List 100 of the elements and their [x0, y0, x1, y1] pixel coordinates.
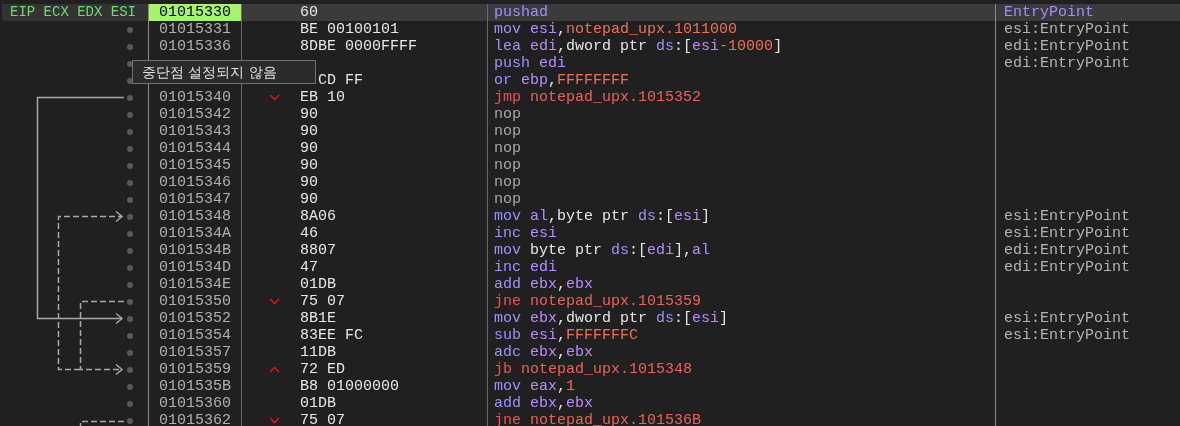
instruction-cell: nop: [494, 140, 521, 157]
breakpoint-dot-icon[interactable]: [127, 128, 133, 135]
disassembly-row[interactable]: 01015331 BE 00100101 mov esi,notepad_upx.1011000 esi:EntryPoint: [0, 21, 1180, 38]
disassembly-row[interactable]: 0101535B B8 01000000 mov eax,1: [0, 378, 1180, 395]
breakpoint-dot-icon[interactable]: [127, 349, 133, 356]
instruction-cell: inc edi: [494, 259, 558, 276]
disassembly-row[interactable]: 01015343 90 nop: [0, 123, 1180, 140]
comment-cell: esi:EntryPoint: [1004, 327, 1131, 344]
instruction-cell: mov eax,1: [494, 378, 576, 395]
address-cell-text: 01015357: [158, 344, 232, 361]
instruction-cell: nop: [494, 123, 521, 140]
instruction-cell: mov ebx,dword ptr ds:[esi]: [494, 310, 729, 327]
bytes-cell: 8A06: [300, 208, 336, 225]
breakpoint-dot-icon[interactable]: [127, 417, 133, 424]
chevron-down-icon: [269, 298, 280, 305]
bytes-cell: 83EE FC: [300, 327, 363, 344]
breakpoint-dot-icon[interactable]: [127, 145, 133, 152]
breakpoint-dot-icon[interactable]: [127, 366, 133, 373]
chevron-down-icon: [269, 94, 280, 101]
disassembly-row[interactable]: 01015346 90 nop: [0, 174, 1180, 191]
breakpoint-dot-icon[interactable]: [127, 315, 133, 322]
instruction-cell: adc ebx,ebx: [494, 344, 594, 361]
address-cell-text: 01015350: [158, 293, 232, 310]
breakpoint-dot-icon[interactable]: [127, 213, 133, 220]
bytes-cell: EB 10: [300, 89, 345, 106]
disassembly-row[interactable]: 0101534D 47 inc edi edi:EntryPoint: [0, 259, 1180, 276]
instruction-cell: nop: [494, 174, 521, 191]
bytes-cell: 90: [300, 123, 318, 140]
disassembly-row[interactable]: 01015354 83EE FC sub esi,FFFFFFFC esi:EntryPoint: [0, 327, 1180, 344]
address-cell-text: 01015347: [158, 191, 232, 208]
disassembly-row[interactable]: 01015350 75 07 jne notepad_upx.1015359: [0, 293, 1180, 310]
bytes-cell: 47: [300, 259, 318, 276]
bytes-cell: 72 ED: [300, 361, 345, 378]
address-cell-text: 01015345: [158, 157, 232, 174]
comment-cell: esi:EntryPoint: [1004, 208, 1131, 225]
disassembly-row[interactable]: 01015342 90 nop: [0, 106, 1180, 123]
address-cell-text: 0101534E: [158, 276, 232, 293]
breakpoint-dot-icon[interactable]: [127, 162, 133, 169]
breakpoint-dot-icon[interactable]: [127, 247, 133, 254]
disassembly-row[interactable]: 01015336 8DBE 0000FFFF lea edi,dword ptr ds:[esi-10000] edi:EntryPoint: [0, 38, 1180, 55]
breakpoint-dot-icon[interactable]: [127, 43, 133, 50]
tooltip: 중단점 설정되지 않음: [132, 60, 316, 84]
breakpoint-dot-icon[interactable]: [127, 264, 133, 271]
bytes-cell: 60: [300, 4, 318, 21]
disassembly-row[interactable]: 0101534A 46 inc esi esi:EntryPoint: [0, 225, 1180, 242]
comment-cell: EntryPoint: [1004, 4, 1094, 21]
disassembly-row[interactable]: 0101534E 01DB add ebx,ebx: [0, 276, 1180, 293]
bytes-cell: 90: [300, 191, 318, 208]
comment-cell: esi:EntryPoint: [1004, 310, 1131, 327]
breakpoint-dot-icon[interactable]: [127, 179, 133, 186]
breakpoint-dot-icon[interactable]: [127, 298, 133, 305]
bytes-cell-text: CD FF: [317, 72, 363, 89]
disassembly-row[interactable]: 01015348 8A06 mov al,byte ptr ds:[esi] esi:EntryPoint: [0, 208, 1180, 225]
instruction-cell: add ebx,ebx: [494, 276, 594, 293]
comment-cell: edi:EntryPoint: [1004, 38, 1131, 55]
bytes-cell: 90: [300, 106, 318, 123]
disassembly-row[interactable]: 01015347 90 nop: [0, 191, 1180, 208]
instruction-cell: jne notepad_upx.1015359: [494, 293, 702, 310]
bytes-cell: BE 00100101: [300, 21, 400, 38]
disassembly-row[interactable]: 01015359 72 ED jb notepad_upx.1015348: [0, 361, 1180, 378]
breakpoint-dot-icon[interactable]: [127, 111, 133, 118]
breakpoint-dot-icon[interactable]: [127, 230, 133, 237]
breakpoint-dot-icon[interactable]: [127, 94, 133, 101]
bytes-cell: 01DB: [300, 395, 336, 412]
instruction-cell: push edi: [494, 55, 567, 72]
address-cell-text: 0101534D: [158, 259, 232, 276]
address-cell-text: 01015348: [158, 208, 232, 225]
address-cell-text: 01015342: [158, 106, 232, 123]
disassembly-row[interactable]: EIP ECX EDX ESI 01015330 60 pushad EntryPoint: [0, 4, 1180, 21]
disassembly-row[interactable]: 0101534B 8807 mov byte ptr ds:[edi],al edi:EntryPoint: [0, 242, 1180, 259]
breakpoint-dot-icon[interactable]: [127, 26, 133, 33]
disassembly-row[interactable]: 01015360 01DB add ebx,ebx: [0, 395, 1180, 412]
disassembly-row[interactable]: 01015357 11DB adc ebx,ebx: [0, 344, 1180, 361]
address-cell-text: 01015346: [158, 174, 232, 191]
breakpoint-dot-icon[interactable]: [127, 400, 133, 407]
disassembly-row[interactable]: 01015345 90 nop: [0, 157, 1180, 174]
address-cell-text: 01015352: [158, 310, 232, 327]
address-cell-text: 01015336: [158, 38, 232, 55]
breakpoint-dot-icon[interactable]: [127, 281, 133, 288]
address-cell-text: 0101534B: [158, 242, 232, 259]
instruction-cell: or ebp,FFFFFFFF: [494, 72, 630, 89]
breakpoint-dot-icon[interactable]: [127, 383, 133, 390]
disassembly-row[interactable]: 01015340 EB 10 jmp notepad_upx.1015352: [0, 89, 1180, 106]
comment-cell: edi:EntryPoint: [1004, 55, 1131, 72]
bytes-cell: 8B1E: [300, 310, 336, 327]
address-cell-text: 01015340: [158, 89, 232, 106]
instruction-cell: sub esi,FFFFFFFC: [494, 327, 639, 344]
instruction-cell: nop: [494, 191, 521, 208]
address-cell-text: 01015360: [158, 395, 232, 412]
instruction-cell: inc esi: [494, 225, 558, 242]
comment-cell: edi:EntryPoint: [1004, 242, 1131, 259]
comment-cell: edi:EntryPoint: [1004, 259, 1131, 276]
breakpoint-dot-icon[interactable]: [127, 332, 133, 339]
comment-cell: esi:EntryPoint: [1004, 225, 1131, 242]
breakpoint-dot-icon[interactable]: [127, 196, 133, 203]
disassembly-row[interactable]: 01015344 90 nop: [0, 140, 1180, 157]
instruction-cell: mov byte ptr ds:[edi],al: [494, 242, 711, 259]
disassembly-row[interactable]: 01015352 8B1E mov ebx,dword ptr ds:[esi] esi:EntryPoint: [0, 310, 1180, 327]
chevron-up-icon: [269, 366, 280, 373]
address-cell-text: 01015362: [158, 412, 232, 426]
